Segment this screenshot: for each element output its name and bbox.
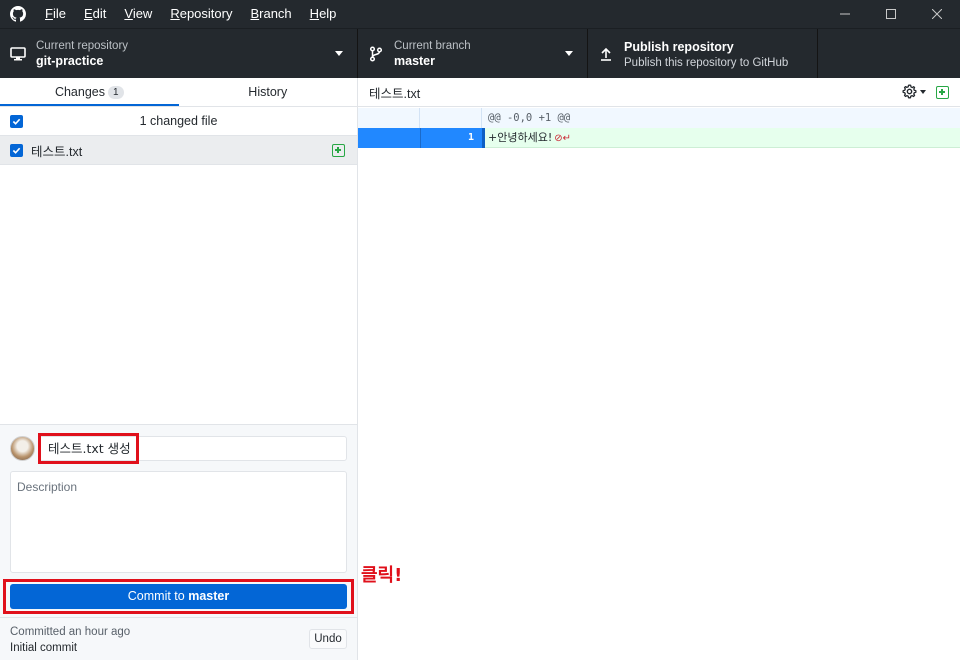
desktop-icon (0, 46, 36, 62)
menu-edit[interactable]: Edit (75, 0, 115, 28)
current-repository-button[interactable]: Current repository git-practice (0, 29, 358, 79)
repository-name: git-practice (36, 53, 104, 68)
commit-description-input[interactable]: Description (10, 471, 347, 573)
diff-view: 테스트.txt @@ -0,0 +1 @@ 1 +안녕하세요! ⊘↵ (358, 78, 960, 660)
tab-changes[interactable]: Changes 1 (0, 78, 179, 106)
github-logo-icon (0, 0, 36, 28)
line-selection-bar (482, 128, 485, 148)
changed-files-count: 1 changed file (139, 114, 218, 128)
diff-options-button[interactable] (902, 84, 926, 99)
menu-help[interactable]: Help (301, 0, 346, 28)
title-bar: File Edit View Repository Branch Help (0, 0, 960, 28)
diff-added-line[interactable]: 1 +안녕하세요! ⊘↵ (358, 128, 960, 148)
tab-history[interactable]: History (179, 78, 358, 106)
chevron-down-icon (920, 89, 926, 94)
publish-repository-button[interactable]: Publish repository Publish this reposito… (588, 29, 818, 79)
changes-sidebar: Changes 1 History 1 changed file 테스트.txt … (0, 78, 358, 660)
commit-highlight-box (3, 579, 354, 614)
added-line-text: +안녕하세요! ⊘↵ (488, 128, 571, 149)
minimize-icon[interactable] (822, 0, 868, 28)
no-newline-icon: ⊘↵ (554, 133, 571, 144)
publish-subtitle: Publish this repository to GitHub (624, 56, 789, 69)
repository-label: Current repository (36, 39, 129, 52)
upload-icon (588, 46, 624, 62)
menu-bar: File Edit View Repository Branch Help (36, 0, 345, 28)
tab-history-label: History (248, 85, 288, 99)
file-list-item[interactable]: 테스트.txt (0, 136, 357, 165)
publish-title: Publish repository (624, 39, 734, 54)
file-added-icon (936, 86, 949, 99)
file-added-icon (332, 144, 345, 157)
old-line-gutter (358, 108, 420, 128)
diff-file-name: 테스트.txt (369, 86, 421, 101)
chevron-down-icon (565, 51, 573, 56)
branch-name: master (394, 53, 435, 68)
file-include-checkbox[interactable] (10, 143, 23, 157)
avatar (10, 436, 35, 461)
summary-highlight-box (38, 433, 139, 464)
new-line-gutter (420, 108, 482, 128)
file-name: 테스트.txt (31, 144, 83, 159)
window-controls (822, 0, 960, 28)
added-line-content: +안녕하세요! (488, 131, 553, 144)
close-icon[interactable] (914, 0, 960, 28)
branch-label: Current branch (394, 39, 471, 52)
menu-file[interactable]: File (36, 0, 75, 28)
click-annotation: 클릭! (361, 565, 403, 586)
chevron-down-icon (335, 51, 343, 56)
changes-count-badge: 1 (107, 86, 124, 99)
last-commit-panel: Committed an hour ago Initial commit Und… (0, 617, 357, 660)
diff-header: 테스트.txt (358, 78, 960, 107)
git-branch-icon (358, 46, 394, 62)
hunk-header-text: @@ -0,0 +1 @@ (488, 112, 571, 124)
new-line-number: 1 (420, 128, 482, 148)
menu-branch[interactable]: Branch (241, 0, 300, 28)
select-all-checkbox[interactable] (10, 115, 23, 128)
current-branch-button[interactable]: Current branch master (358, 29, 588, 79)
toolbar: Current repository git-practice Current … (0, 28, 960, 79)
tab-changes-label: Changes (54, 85, 105, 99)
last-commit-message: Initial commit (10, 642, 78, 654)
changed-files-header: 1 changed file (0, 107, 357, 136)
undo-button[interactable]: Undo (309, 629, 347, 649)
diff-hunk-header: @@ -0,0 +1 @@ (358, 108, 960, 128)
gear-icon (902, 84, 917, 99)
maximize-icon[interactable] (868, 0, 914, 28)
commit-form: 테스트.txt 생성 Description Commit to master (0, 424, 357, 617)
menu-view[interactable]: View (115, 0, 161, 28)
old-line-number (358, 128, 420, 148)
last-commit-time: Committed an hour ago (10, 626, 131, 638)
sidebar-tabs: Changes 1 History (0, 78, 357, 107)
menu-repository[interactable]: Repository (161, 0, 241, 28)
